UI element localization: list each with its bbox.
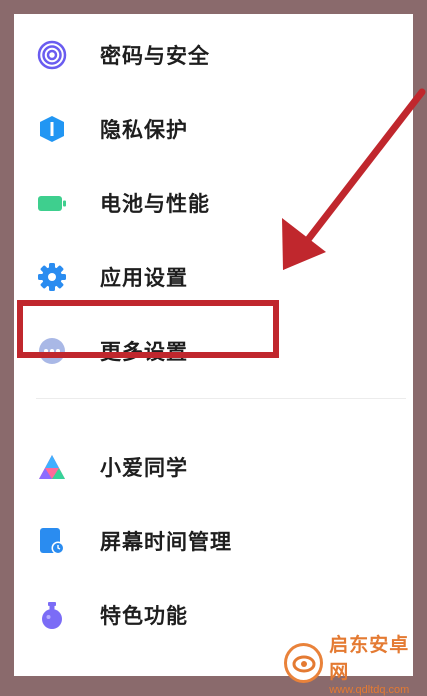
watermark-title: 启东安卓网 <box>329 635 410 683</box>
pointer-arrow <box>282 88 426 270</box>
watermark-url: www.qdltdq.com <box>329 684 410 696</box>
watermark-logo-icon <box>284 643 324 683</box>
site-watermark: 启东安卓网 www.qdltdq.com <box>284 635 427 696</box>
